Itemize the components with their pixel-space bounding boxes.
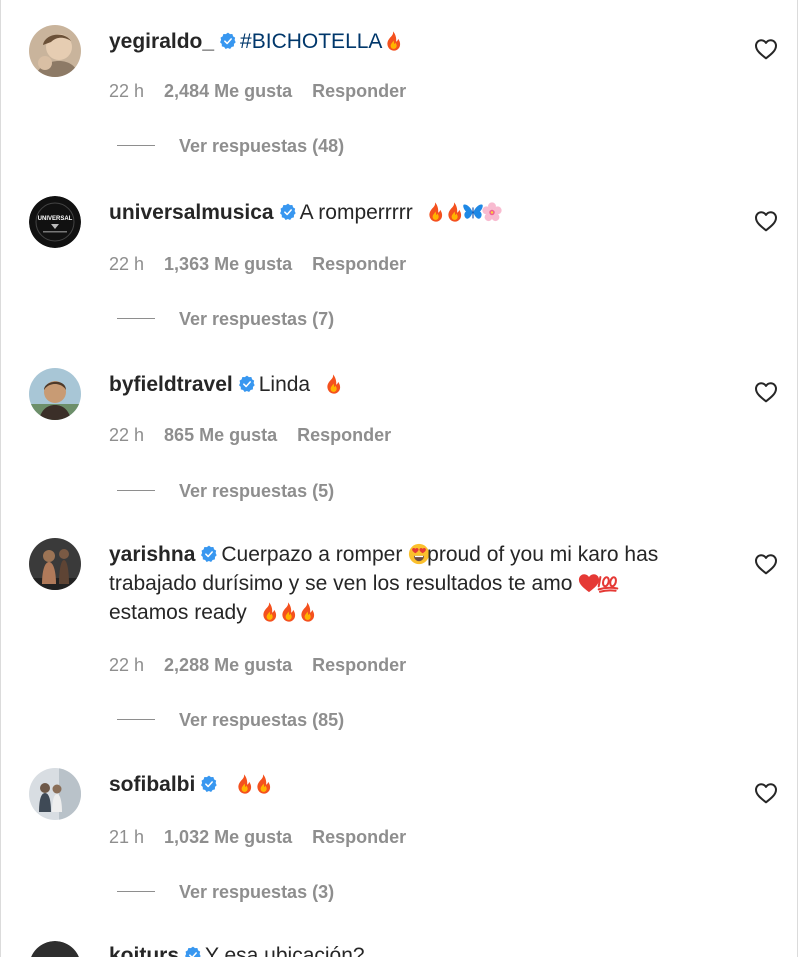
comment-text: universalmusica A romperrrrr [109, 198, 729, 227]
timestamp: 22 h [109, 81, 145, 101]
comment-text: yegiraldo_ #BICHOTELLA [109, 27, 729, 56]
avatar[interactable] [29, 368, 81, 420]
timestamp: 22 h [109, 425, 145, 445]
replies-divider [117, 318, 155, 319]
fire-emoji-icon [296, 601, 318, 623]
view-replies-label: Ver respuestas (5) [179, 481, 335, 501]
timestamp: 21 h [109, 827, 145, 847]
comment-body: Linda [258, 373, 311, 396]
view-replies-button[interactable]: Ver respuestas (3) [117, 881, 334, 903]
comment-meta: 21 h 1,032 Me gusta Responder [109, 826, 406, 848]
comment-meta: 22 h 865 Me gusta Responder [109, 424, 391, 446]
verified-badge-icon [184, 946, 202, 957]
avatar[interactable] [29, 941, 81, 957]
username[interactable]: universalmusica [109, 201, 274, 224]
comments-panel: yegiraldo_ #BICHOTELLA 22 h 2,484 Me gusta… [0, 0, 798, 957]
replies-divider [117, 891, 155, 892]
view-replies-button[interactable]: Ver respuestas (7) [117, 308, 334, 330]
comment-text: yarishna Cuerpazo a romper proud of you m… [109, 540, 729, 627]
username[interactable]: byfieldtravel [109, 373, 233, 396]
blossom-emoji-icon [481, 201, 503, 223]
comment-body-part3: estamos ready [109, 601, 247, 624]
username[interactable]: koiturs [109, 944, 179, 957]
reply-button[interactable]: Responder [312, 81, 406, 101]
username[interactable]: yarishna [109, 543, 195, 566]
comment-meta: 22 h 2,484 Me gusta Responder [109, 80, 406, 102]
like-heart-icon[interactable] [754, 782, 778, 804]
comment-text: koiturs Y esa ubicación? [109, 941, 729, 957]
comment-item-partial: koiturs Y esa ubicación? [1, 935, 797, 957]
view-replies-label: Ver respuestas (7) [179, 309, 335, 329]
verified-badge-icon [219, 32, 237, 50]
avatar[interactable] [29, 538, 81, 590]
reply-button[interactable]: Responder [312, 827, 406, 847]
avatar[interactable]: UNIVERSAL [29, 196, 81, 248]
like-heart-icon[interactable] [754, 553, 778, 575]
like-heart-icon[interactable] [754, 381, 778, 403]
replies-divider [117, 490, 155, 491]
fire-emoji-icon [322, 373, 344, 395]
replies-divider [117, 145, 155, 146]
like-heart-icon[interactable] [754, 210, 778, 232]
comment-body: A romperrrrr [299, 201, 413, 224]
likes-count[interactable]: 2,288 Me gusta [164, 655, 292, 675]
verified-badge-icon [279, 203, 297, 221]
comment-text: byfieldtravel Linda [109, 370, 729, 399]
timestamp: 22 h [109, 655, 145, 675]
reply-button[interactable]: Responder [297, 425, 391, 445]
replies-divider [117, 719, 155, 720]
likes-count[interactable]: 865 Me gusta [164, 425, 277, 445]
verified-badge-icon [200, 775, 218, 793]
fire-emoji-icon [252, 773, 274, 795]
hashtag-link[interactable]: #BICHOTELLA [240, 30, 382, 53]
view-replies-button[interactable]: Ver respuestas (85) [117, 709, 344, 731]
view-replies-label: Ver respuestas (85) [179, 710, 345, 730]
likes-count[interactable]: 1,363 Me gusta [164, 254, 292, 274]
comment-meta: 22 h 1,363 Me gusta Responder [109, 253, 406, 275]
comment-meta: 22 h 2,288 Me gusta Responder [109, 654, 406, 676]
avatar[interactable] [29, 25, 81, 77]
reply-button[interactable]: Responder [312, 655, 406, 675]
comment-body-part1: Cuerpazo a romper [221, 543, 403, 566]
hundred-points-emoji-icon [597, 572, 619, 594]
username[interactable]: yegiraldo_ [109, 30, 214, 53]
timestamp: 22 h [109, 254, 145, 274]
view-replies-label: Ver respuestas (3) [179, 882, 335, 902]
view-replies-label: Ver respuestas (48) [179, 136, 345, 156]
view-replies-button[interactable]: Ver respuestas (5) [117, 480, 334, 502]
username[interactable]: sofibalbi [109, 773, 195, 796]
view-replies-button[interactable]: Ver respuestas (48) [117, 135, 344, 157]
verified-badge-icon [238, 375, 256, 393]
comment-text: sofibalbi [109, 770, 729, 799]
like-heart-icon[interactable] [754, 38, 778, 60]
likes-count[interactable]: 1,032 Me gusta [164, 827, 292, 847]
likes-count[interactable]: 2,484 Me gusta [164, 81, 292, 101]
verified-badge-icon [200, 545, 218, 563]
fire-emoji-icon [382, 30, 404, 52]
reply-button[interactable]: Responder [312, 254, 406, 274]
comment-body: Y esa ubicación? [205, 944, 365, 957]
avatar[interactable] [29, 768, 81, 820]
avatar-logo-text: UNIVERSAL [38, 216, 73, 222]
